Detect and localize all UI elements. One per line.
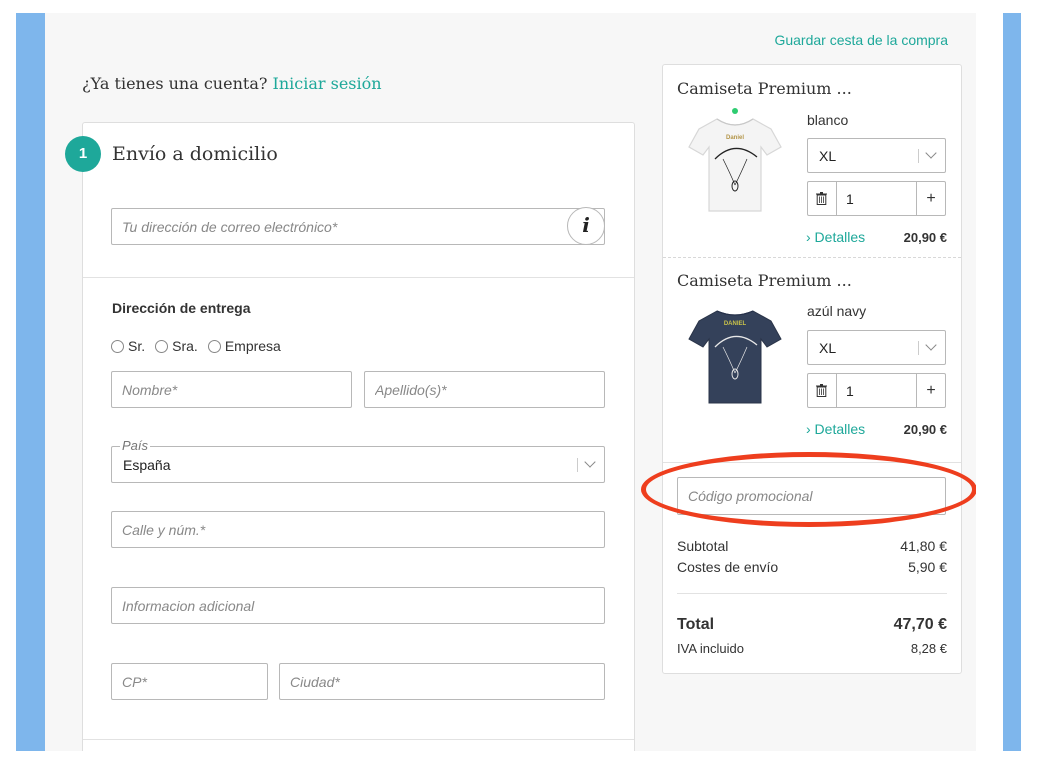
subtotal-label: Subtotal (677, 538, 729, 554)
chevron-down-icon (925, 147, 937, 159)
street-field[interactable] (111, 511, 605, 548)
country-label: País (120, 438, 151, 453)
color-dot-icon (732, 108, 738, 114)
details-link[interactable]: › Detalles (806, 421, 865, 437)
account-prompt: ¿Ya tienes una cuenta? Iniciar sesión (82, 74, 382, 93)
radio-circle-icon (207, 339, 221, 353)
white-tshirt-image[interactable]: Daniel (685, 107, 785, 217)
city-field[interactable] (279, 663, 605, 700)
size-select[interactable]: XL (807, 330, 946, 365)
total-label: Total (677, 616, 715, 633)
totals-divider (677, 593, 947, 594)
cart-item-color: blanco (807, 112, 849, 128)
subtotal-row: Subtotal 41,80 € (677, 538, 947, 554)
country-select[interactable]: País España (111, 438, 605, 483)
shipping-cost-row: Costes de envío 5,90 € (677, 559, 947, 575)
size-value: XL (819, 148, 837, 164)
navy-tshirt-image[interactable]: DANIEL (685, 299, 785, 409)
trash-icon (816, 192, 827, 205)
additional-info-field[interactable] (111, 587, 605, 624)
email-field[interactable] (111, 208, 605, 245)
radio-circle-icon (111, 339, 124, 353)
shipping-card: 1 Envío a domicilio i Dirección de entre… (65, 122, 635, 751)
cart-summary-card: Camiseta Premium ... Daniel blanco XL 1 … (662, 64, 962, 674)
account-prompt-text: ¿Ya tienes una cuenta? (82, 74, 268, 93)
shirt-print-text: DANIEL (724, 321, 747, 327)
promo-code-input[interactable] (677, 477, 946, 515)
checkout-page: Guardar cesta de la compra ¿Ya tienes un… (45, 13, 976, 751)
radio-sra[interactable]: Sra. (155, 338, 198, 354)
radio-sr-label: Sr. (128, 338, 146, 354)
save-cart-link[interactable]: Guardar cesta de la compra (774, 32, 948, 48)
step-badge: 1 (65, 136, 101, 172)
first-name-field[interactable] (111, 371, 352, 408)
radio-empresa[interactable]: Empresa (207, 338, 281, 354)
delete-item-button[interactable] (808, 374, 837, 407)
right-side-bar (1003, 13, 1021, 751)
shipping-title: Envío a domicilio (112, 143, 278, 165)
delivery-address-title: Dirección de entrega (112, 300, 251, 316)
cart-item-price: 20,90 € (903, 422, 947, 437)
size-value: XL (819, 340, 837, 356)
details-link[interactable]: › Detalles (806, 229, 865, 245)
section-divider (663, 462, 961, 463)
radio-sra-label: Sra. (172, 338, 198, 354)
total-value: 47,70 € (893, 616, 947, 633)
postal-code-field[interactable] (111, 663, 268, 700)
radio-circle-icon (155, 339, 169, 353)
quantity-value: 1 (846, 383, 854, 399)
cart-item-price: 20,90 € (903, 230, 947, 245)
section-divider (83, 277, 634, 278)
chevron-down-icon (925, 339, 937, 351)
quantity-value: 1 (846, 191, 854, 207)
vat-label: IVA incluido (677, 641, 744, 656)
total-row: Total 47,70 € (677, 616, 947, 634)
last-name-field[interactable] (364, 371, 605, 408)
increase-quantity-button[interactable]: + (916, 374, 945, 407)
cart-item-color: azúl navy (807, 303, 867, 319)
size-select[interactable]: XL (807, 138, 946, 173)
item-divider (663, 257, 961, 258)
select-separator (577, 458, 578, 472)
vat-value: 8,28 € (910, 641, 947, 656)
subtotal-value: 41,80 € (900, 538, 947, 554)
delete-item-button[interactable] (808, 182, 837, 215)
quantity-stepper[interactable]: 1 + (807, 373, 946, 408)
cart-item-title[interactable]: Camiseta Premium ... (677, 79, 852, 98)
radio-empresa-label: Empresa (224, 338, 281, 354)
select-separator (918, 149, 919, 163)
info-icon[interactable]: i (567, 207, 605, 245)
select-separator (918, 341, 919, 355)
shirt-print-text: Daniel (726, 135, 744, 141)
radio-sr[interactable]: Sr. (111, 338, 145, 354)
login-link[interactable]: Iniciar sesión (273, 74, 382, 93)
country-value: España (123, 457, 171, 473)
cart-item-title[interactable]: Camiseta Premium ... (677, 271, 852, 290)
chevron-down-icon (584, 456, 596, 468)
trash-icon (816, 384, 827, 397)
quantity-stepper[interactable]: 1 + (807, 181, 946, 216)
vat-row: IVA incluido 8,28 € (677, 641, 947, 656)
salutation-radio-group: Sr. Sra. Empresa (111, 338, 281, 354)
shipping-cost-value: 5,90 € (908, 559, 947, 575)
shipping-cost-label: Costes de envío (677, 559, 779, 575)
increase-quantity-button[interactable]: + (916, 182, 945, 215)
section-divider (83, 739, 634, 740)
left-side-bar (16, 13, 45, 751)
